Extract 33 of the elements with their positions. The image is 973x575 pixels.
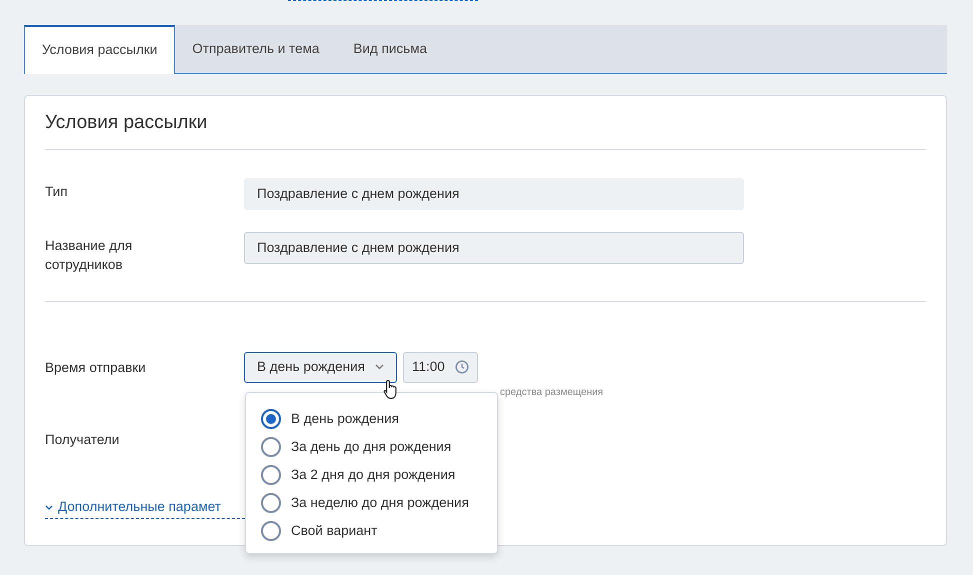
- tab[interactable]: Отправитель и тема: [175, 25, 336, 73]
- more-options-link[interactable]: Дополнительные парамет: [58, 497, 221, 518]
- tab[interactable]: Условия рассылки: [24, 25, 176, 74]
- hint-text: средства размещения: [500, 386, 604, 400]
- option-label: Свой вариант: [291, 522, 378, 540]
- option-label: За неделю до дня рождения: [291, 494, 469, 512]
- option-label: За день до дня рождения: [291, 438, 452, 456]
- chevron-down-icon: [374, 364, 384, 370]
- radio-button[interactable]: [261, 437, 281, 457]
- dropdown-option[interactable]: За 2 дня до дня рождения: [261, 461, 482, 489]
- radio-button[interactable]: [261, 465, 281, 485]
- dropdown-option[interactable]: В день рождения: [261, 405, 482, 433]
- radio-button[interactable]: [261, 493, 281, 513]
- dropdown-option[interactable]: Свой вариант: [261, 517, 482, 545]
- time-value: 11:00: [412, 358, 445, 376]
- clock-icon: [454, 360, 469, 374]
- time-field[interactable]: 11:00: [402, 352, 478, 383]
- field-label: Название для сотрудников: [45, 236, 134, 274]
- dropdown-option[interactable]: За неделю до дня рождения: [261, 489, 482, 517]
- dropdown-option[interactable]: За день до дня рождения: [261, 433, 482, 461]
- radio-button[interactable]: [261, 409, 281, 429]
- chevron-down-icon: [45, 505, 53, 510]
- tab[interactable]: Вид письма: [336, 25, 444, 73]
- select-value: В день рождения: [257, 358, 365, 376]
- option-label: В день рождения: [291, 410, 399, 428]
- option-label: За 2 дня до дня рождения: [291, 466, 456, 484]
- section-title: Условия рассылки: [45, 96, 926, 150]
- time-select[interactable]: В день рождения: [244, 352, 397, 383]
- radio-button[interactable]: [261, 521, 281, 541]
- field-label: Тип: [45, 182, 69, 201]
- field-label: Получатели: [45, 430, 120, 449]
- text-field[interactable]: Поздравление с днем рождения: [244, 232, 744, 264]
- field-label: Время отправки: [45, 358, 147, 377]
